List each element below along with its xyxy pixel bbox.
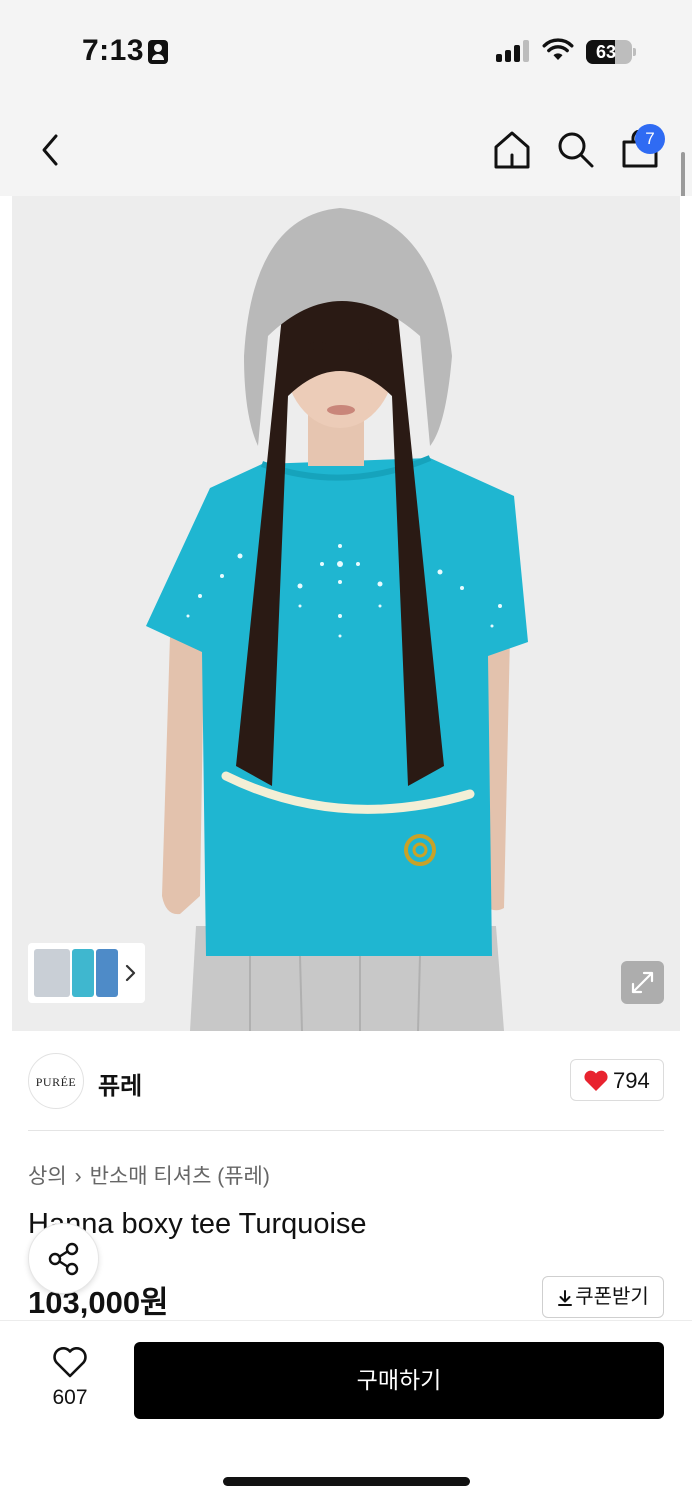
product-image[interactable] [0, 196, 692, 1031]
thumbnail-image[interactable] [96, 949, 118, 997]
product-photo [0, 196, 692, 1031]
download-icon [558, 1289, 573, 1306]
cart-badge: 7 [635, 124, 665, 154]
heart-outline-icon[interactable] [52, 1345, 88, 1379]
thumbnail-strip[interactable] [28, 943, 145, 1003]
expand-button[interactable] [621, 961, 664, 1004]
breadcrumb-separator-icon: › [74, 1165, 82, 1188]
battery-percent: 63 [595, 42, 617, 62]
home-icon[interactable] [492, 129, 532, 171]
expand-icon [631, 971, 654, 994]
battery-nub [633, 48, 636, 56]
thumbnail-image[interactable] [72, 949, 94, 997]
share-icon [48, 1242, 79, 1276]
person-icon [148, 40, 168, 64]
home-indicator[interactable] [223, 1477, 470, 1486]
search-icon[interactable] [556, 130, 596, 170]
brand-like-button[interactable]: 794 [570, 1059, 664, 1101]
battery-icon: 63 [586, 40, 632, 64]
cellular-signal-icon [496, 40, 532, 62]
coupon-label: 쿠폰받기 [575, 1286, 649, 1308]
heart-icon [584, 1070, 608, 1091]
brand-name[interactable]: 퓨레 [98, 1066, 142, 1101]
breadcrumb-category[interactable]: 상의 [28, 1165, 67, 1188]
breadcrumb: 상의 › 반소매 티셔츠 (퓨레) [28, 1160, 270, 1190]
share-button[interactable] [28, 1223, 99, 1294]
thumbnail-image[interactable] [34, 949, 70, 997]
chevron-right-icon[interactable] [122, 963, 138, 983]
wifi-icon [542, 38, 574, 60]
wish-count: 607 [52, 1386, 88, 1409]
buy-button[interactable]: 구매하기 [134, 1342, 664, 1419]
status-bar: 7:13 63 [0, 0, 692, 100]
brand-like-count: 794 [613, 1068, 650, 1093]
breadcrumb-subcategory[interactable]: 반소매 티셔츠 (퓨레) [90, 1165, 270, 1188]
status-time: 7:13 [82, 34, 145, 67]
divider [28, 1130, 664, 1131]
back-icon[interactable] [34, 130, 66, 170]
brand-logo[interactable]: PURÉE [28, 1053, 84, 1109]
coupon-button[interactable]: 쿠폰받기 [542, 1276, 664, 1318]
